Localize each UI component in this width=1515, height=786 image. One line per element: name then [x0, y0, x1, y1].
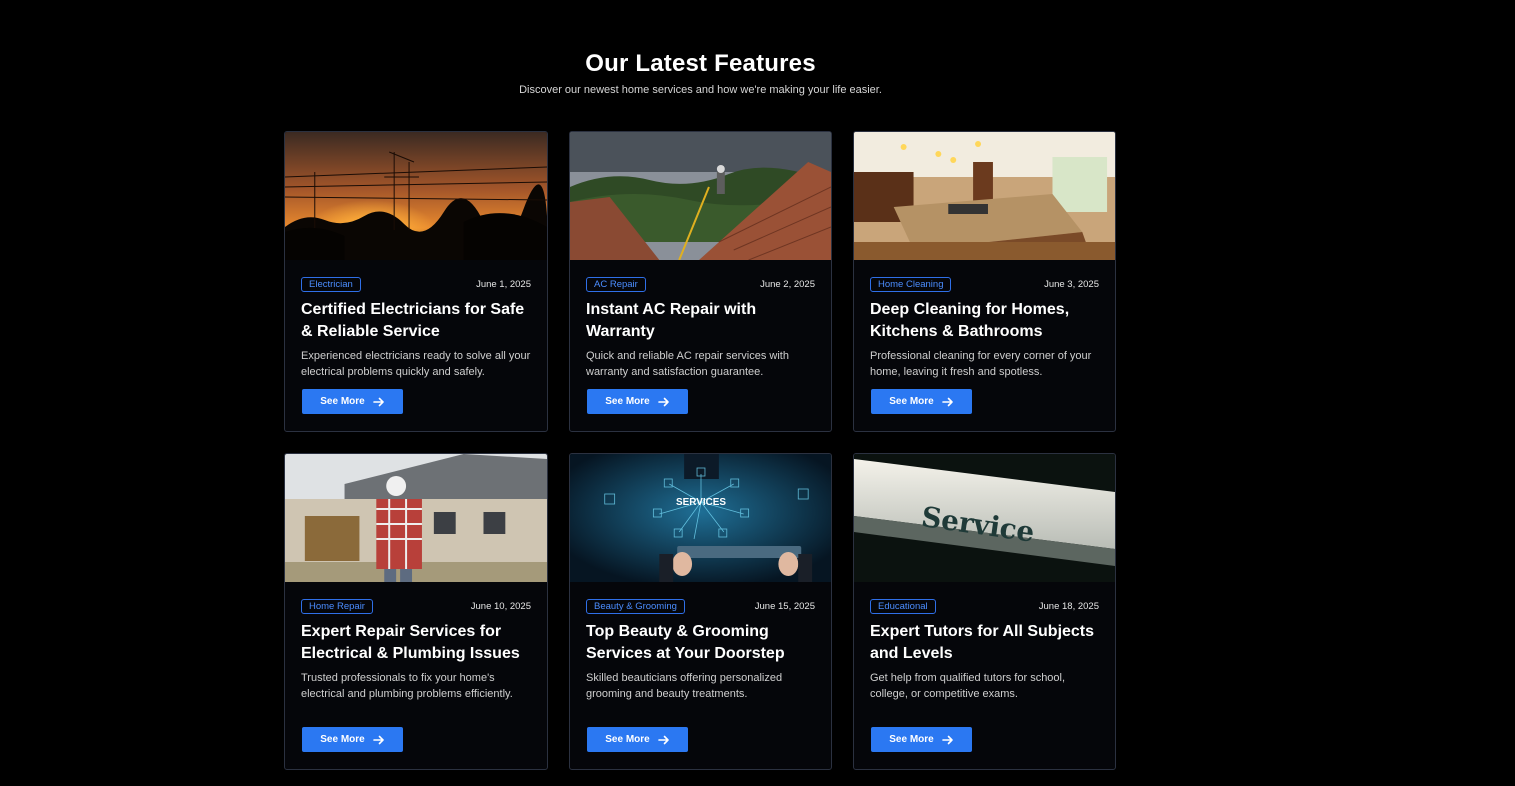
card-description: Trusted professionals to fix your home's…: [301, 672, 513, 700]
see-more-button[interactable]: See More: [587, 389, 688, 414]
post-date: June 3, 2025: [1044, 278, 1099, 290]
category-tag[interactable]: Home Repair: [301, 598, 373, 614]
arrow-right-icon: [372, 735, 384, 744]
see-more-button[interactable]: See More: [587, 727, 688, 752]
arrow-right-icon: [941, 397, 953, 406]
section-subtitle: Discover our newest home services and ho…: [519, 84, 882, 96]
category-tag[interactable]: AC Repair: [586, 276, 646, 292]
see-more-label: See More: [889, 734, 934, 745]
see-more-button[interactable]: See More: [302, 389, 403, 414]
card-title: Instant AC Repair with Warranty: [586, 301, 757, 340]
kitchen-interior-image: [854, 132, 1115, 260]
category-tag[interactable]: Electrician: [301, 276, 361, 292]
see-more-label: See More: [320, 734, 365, 745]
card-title: Expert Tutors for All Subjects and Level…: [870, 623, 1095, 662]
arrow-right-icon: [941, 735, 953, 744]
see-more-label: See More: [320, 396, 365, 407]
card-title: Deep Cleaning for Homes, Kitchens & Bath…: [870, 301, 1070, 340]
card-description: Professional cleaning for every corner o…: [870, 350, 1092, 378]
see-more-label: See More: [889, 396, 934, 407]
card-title: Expert Repair Services for Electrical & …: [301, 623, 520, 662]
card-description: Get help from qualified tutors for schoo…: [870, 672, 1066, 700]
see-more-button[interactable]: See More: [871, 389, 972, 414]
features-grid: Electrician June 1, 2025 Certified Elect…: [284, 131, 1116, 770]
roof-worker-image: [570, 132, 831, 260]
category-tag[interactable]: Home Cleaning: [870, 276, 952, 292]
feature-card-home-cleaning[interactable]: Home Cleaning June 3, 2025 Deep Cleaning…: [853, 131, 1116, 432]
post-date: June 1, 2025: [476, 278, 531, 290]
card-description: Experienced electricians ready to solve …: [301, 350, 531, 378]
post-date: June 15, 2025: [754, 600, 815, 612]
card-title: Certified Electricians for Safe & Reliab…: [301, 301, 525, 340]
services-tablet-image: SERVICES: [570, 454, 831, 582]
feature-card-educational[interactable]: Service Educational June 18, 2025 Expert…: [853, 453, 1116, 770]
post-date: June 2, 2025: [760, 278, 815, 290]
sunset-power-lines-image: [285, 132, 547, 260]
arrow-right-icon: [372, 397, 384, 406]
card-title: Top Beauty & Grooming Services at Your D…: [586, 623, 785, 662]
see-more-button[interactable]: See More: [302, 727, 403, 752]
see-more-button[interactable]: See More: [871, 727, 972, 752]
card-description: Quick and reliable AC repair services wi…: [586, 350, 789, 378]
see-more-label: See More: [605, 396, 650, 407]
post-date: June 18, 2025: [1038, 600, 1099, 612]
latest-features-section: Our Latest Features Discover our newest …: [0, 0, 1515, 786]
card-description: Skilled beauticians offering personalize…: [586, 672, 783, 700]
service-sign-image: Service: [854, 454, 1115, 582]
section-title: Our Latest Features: [585, 50, 816, 77]
post-date: June 10, 2025: [470, 600, 531, 612]
see-more-label: See More: [605, 734, 650, 745]
house-builder-image: [285, 454, 547, 582]
feature-card-beauty-grooming[interactable]: SERVICES Beauty & Grooming June 15, 2025…: [569, 453, 832, 770]
arrow-right-icon: [657, 397, 669, 406]
feature-card-home-repair[interactable]: Home Repair June 10, 2025 Expert Repair …: [284, 453, 548, 770]
feature-card-electrician[interactable]: Electrician June 1, 2025 Certified Elect…: [284, 131, 548, 432]
services-image-text: SERVICES: [676, 497, 726, 508]
arrow-right-icon: [657, 735, 669, 744]
feature-card-ac-repair[interactable]: AC Repair June 2, 2025 Instant AC Repair…: [569, 131, 832, 432]
category-tag[interactable]: Educational: [870, 598, 936, 614]
category-tag[interactable]: Beauty & Grooming: [586, 598, 685, 614]
